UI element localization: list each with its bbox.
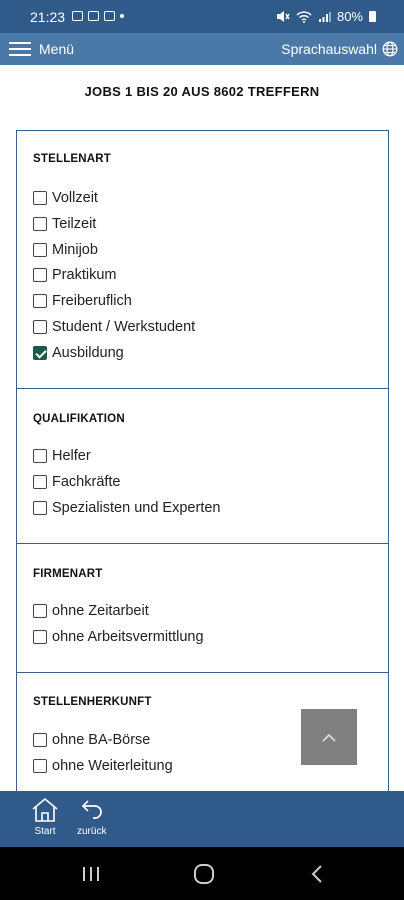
checkbox[interactable] [33, 501, 47, 515]
back-chevron-icon[interactable] [310, 864, 324, 884]
filter-option-fachkraefte[interactable]: Fachkräfte [33, 474, 121, 490]
checkbox[interactable] [33, 294, 47, 308]
nav-back-label: zurück [77, 826, 107, 837]
mute-icon [276, 11, 290, 22]
section-title: STELLENHERKUNFT [33, 696, 152, 708]
option-label: Freiberuflich [52, 293, 132, 309]
option-label: Minijob [52, 242, 98, 258]
option-label: Student / Werkstudent [52, 319, 196, 335]
filter-section-firmenart: FIRMENART ohne Zeitarbeit ohne Arbeitsve… [17, 543, 388, 672]
menu-button[interactable]: Menü [9, 33, 74, 65]
globe-icon [382, 41, 398, 57]
home-circle-icon[interactable] [193, 863, 215, 885]
option-label: Spezialisten und Experten [52, 500, 221, 516]
back-arrow-icon [81, 800, 102, 819]
results-count-heading: JOBS 1 BIS 20 AUS 8602 TREFFERN [84, 84, 320, 99]
option-label: ohne Arbeitsvermittlung [52, 629, 204, 645]
filter-option-ausbildung[interactable]: Ausbildung [33, 345, 124, 361]
checkbox[interactable] [33, 268, 47, 282]
filter-option-freiberuflich[interactable]: Freiberuflich [33, 293, 132, 309]
chevron-up-icon [322, 733, 336, 742]
checkbox[interactable] [33, 217, 47, 231]
filter-option-teilzeit[interactable]: Teilzeit [33, 216, 96, 232]
hamburger-icon [9, 42, 31, 56]
option-label: Ausbildung [52, 345, 124, 361]
wifi-icon [296, 10, 312, 23]
nav-back-button[interactable]: zurück [77, 797, 106, 837]
section-title: FIRMENART [33, 568, 103, 580]
gallery-notification-icon [72, 11, 83, 21]
checkbox[interactable] [33, 191, 47, 205]
checkbox[interactable] [33, 449, 47, 463]
filter-option-student[interactable]: Student / Werkstudent [33, 319, 195, 335]
recent-apps-icon[interactable] [81, 866, 101, 882]
checkbox-checked[interactable] [33, 346, 47, 360]
system-navigation-bar [0, 847, 404, 900]
filter-option-ohne-arbeitsvermittlung[interactable]: ohne Arbeitsvermittlung [33, 629, 204, 645]
option-label: Teilzeit [52, 216, 97, 232]
filter-option-ohne-ba-boerse[interactable]: ohne BA-Börse [33, 732, 150, 748]
nav-start-button[interactable]: Start [31, 797, 59, 837]
filter-option-helfer[interactable]: Helfer [33, 448, 91, 464]
checkbox[interactable] [33, 604, 47, 618]
filter-option-ohne-zeitarbeit[interactable]: ohne Zeitarbeit [33, 603, 149, 619]
filter-option-praktikum[interactable]: Praktikum [33, 267, 116, 283]
menu-label: Menü [39, 41, 75, 57]
language-selection-button[interactable]: Sprachauswahl [281, 33, 398, 65]
checkbox[interactable] [33, 733, 47, 747]
app-bar: Menü Sprachauswahl [0, 33, 404, 65]
scroll-to-top-button[interactable] [301, 709, 357, 765]
status-bar: 21:23 80% [0, 0, 404, 33]
signal-icon [318, 11, 331, 22]
checkbox[interactable] [33, 759, 47, 773]
language-label: Sprachauswahl [281, 41, 377, 57]
option-label: ohne Weiterleitung [52, 758, 173, 774]
option-label: ohne BA-Börse [52, 732, 151, 748]
calendar-notification-icon [88, 11, 99, 21]
section-title: QUALIFIKATION [33, 413, 125, 425]
checkbox[interactable] [33, 475, 47, 489]
more-notifications-icon [120, 14, 124, 18]
checkbox[interactable] [33, 243, 47, 257]
checkbox[interactable] [33, 630, 47, 644]
filter-option-spezialisten[interactable]: Spezialisten und Experten [33, 500, 220, 516]
battery-percentage: 80% [336, 9, 363, 24]
option-label: Helfer [52, 448, 91, 464]
section-title: STELLENART [33, 153, 112, 165]
youtube-notification-icon [104, 11, 115, 21]
battery-icon [369, 11, 376, 22]
filter-option-minijob[interactable]: Minijob [33, 242, 98, 258]
status-time: 21:23 [30, 9, 66, 25]
checkbox[interactable] [33, 320, 47, 334]
filter-panel: STELLENART Vollzeit Teilzeit Minijob Pra… [16, 130, 389, 791]
filter-section-qualifikation: QUALIFIKATION Helfer Fachkräfte Speziali… [17, 388, 388, 543]
option-label: Praktikum [52, 267, 117, 283]
home-icon [32, 797, 58, 822]
option-label: Vollzeit [52, 190, 98, 206]
option-label: ohne Zeitarbeit [52, 603, 149, 619]
filter-option-ohne-weiterleitung[interactable]: ohne Weiterleitung [33, 758, 173, 774]
filter-option-vollzeit[interactable]: Vollzeit [33, 190, 98, 206]
option-label: Fachkräfte [52, 474, 121, 490]
filter-section-stellenart: STELLENART Vollzeit Teilzeit Minijob Pra… [17, 131, 388, 388]
nav-start-label: Start [34, 826, 56, 837]
bottom-navigation: Start zurück [0, 791, 404, 847]
